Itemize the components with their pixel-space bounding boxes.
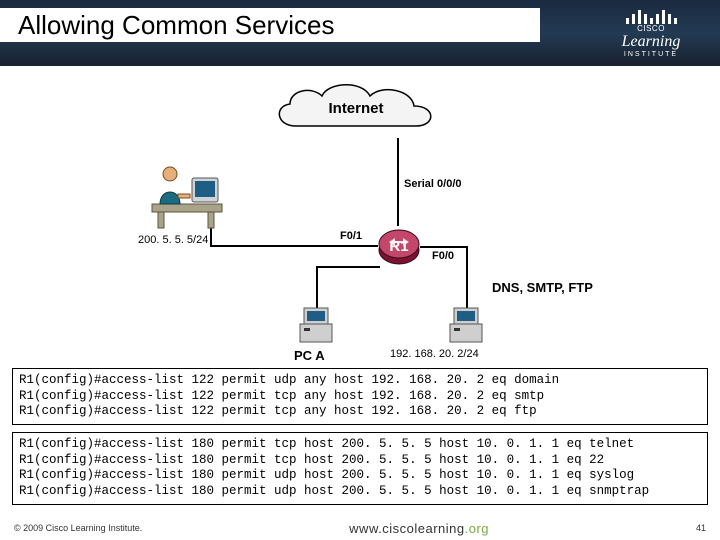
label-pca: PC A	[294, 348, 325, 363]
link-pcb-router-v	[466, 246, 468, 308]
label-serial: Serial 0/0/0	[404, 178, 462, 190]
link-cloud-router	[397, 138, 399, 226]
footer-copyright: © 2009 Cisco Learning Institute.	[14, 523, 142, 533]
admin-user-icon	[148, 160, 228, 230]
link-pca-router-v	[316, 266, 318, 308]
footer-url: www.ciscolearning.org	[349, 521, 489, 536]
link-user-router-h	[210, 245, 378, 247]
label-subnet-right: 192. 168. 20. 2/24	[390, 348, 479, 360]
logo-learning: Learning	[596, 33, 706, 51]
server-icon	[444, 306, 488, 346]
router-r1-label: R1	[377, 224, 421, 268]
acl-180-codeblock: R1(config)#access-list 180 permit tcp ho…	[12, 432, 708, 505]
network-diagram: Internet R1	[0, 66, 720, 366]
logo-institute: INSTITUTE	[596, 51, 706, 58]
link-pcb-router-h	[420, 246, 468, 248]
acl-122-codeblock: R1(config)#access-list 122 permit udp an…	[12, 368, 708, 425]
label-f00: F0/0	[432, 250, 454, 262]
internet-cloud: Internet	[266, 76, 446, 140]
link-pca-router-h	[316, 266, 380, 268]
pc-a-icon	[294, 306, 338, 346]
label-services: DNS, SMTP, FTP	[492, 280, 593, 295]
label-subnet-left: 200. 5. 5. 5/24	[138, 234, 208, 246]
cisco-learning-logo: CISCO Learning INSTITUTE	[596, 6, 706, 58]
label-f01: F0/1	[340, 230, 362, 242]
cisco-bars-icon	[596, 6, 706, 24]
footer: © 2009 Cisco Learning Institute. www.cis…	[0, 516, 720, 540]
page-title: Allowing Common Services	[0, 8, 540, 42]
internet-label: Internet	[266, 76, 446, 140]
logo-cisco: CISCO	[596, 24, 706, 33]
footer-page: 41	[696, 523, 706, 533]
header-bar: Allowing Common Services CISCO Learning …	[0, 0, 720, 66]
